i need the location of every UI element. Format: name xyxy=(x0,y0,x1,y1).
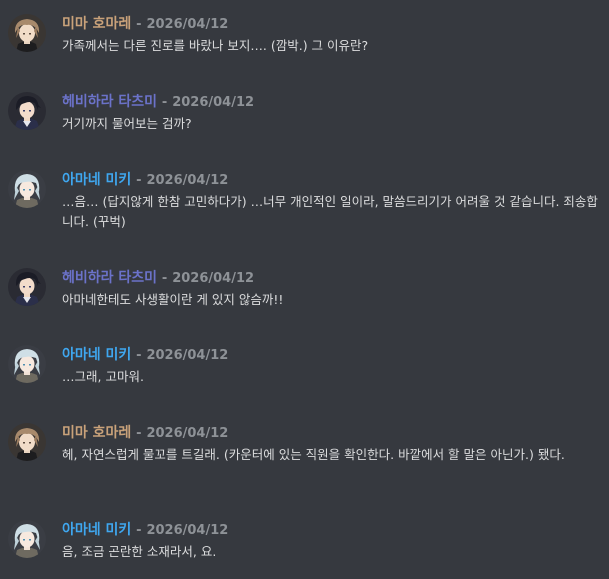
message-header: 미마 호마레 - 2026/04/12 xyxy=(62,423,228,443)
timestamp: 2026/04/12 xyxy=(146,173,229,188)
message-text: …음… (답지않게 한참 고민하다가) …너무 개인적인 일이라, 말씀드리기가… xyxy=(62,194,598,229)
author-name[interactable]: 아마네 미키 xyxy=(62,172,131,188)
author-name[interactable]: 미마 호마레 xyxy=(62,16,131,32)
timestamp: 2026/04/12 xyxy=(146,523,229,538)
timestamp: 2026/04/12 xyxy=(172,95,255,110)
dark-haired-character-avatar[interactable] xyxy=(8,268,46,306)
author-name[interactable]: 아마네 미키 xyxy=(62,347,131,363)
message-text: 거기까지 물어보는 검까? xyxy=(62,116,192,131)
message-header: 헤비하라 타츠미 - 2026/04/12 xyxy=(62,92,254,112)
message-text: 음, 조금 곤란한 소재라서, 요. xyxy=(62,544,217,559)
silver-haired-character-avatar[interactable] xyxy=(8,345,46,383)
separator: - xyxy=(161,95,168,110)
separator: - xyxy=(136,523,142,538)
separator: - xyxy=(136,426,142,441)
separator: - xyxy=(136,173,142,188)
message-header: 미마 호마레 - 2026/04/12 xyxy=(62,14,228,34)
message-text: …그래, 고마워. xyxy=(62,369,144,384)
timestamp: 2026/04/12 xyxy=(172,271,255,286)
author-name[interactable]: 헤비하라 타츠미 xyxy=(62,94,157,110)
author-name[interactable]: 헤비하라 타츠미 xyxy=(62,270,157,286)
silver-haired-character-avatar[interactable] xyxy=(8,520,46,558)
message-header: 아마네 미키 - 2026/04/12 xyxy=(62,345,228,365)
brown-haired-character-avatar[interactable] xyxy=(8,14,46,52)
message-text: 헤, 자연스럽게 물꼬를 트길래. (카운터에 있는 직원을 확인한다. 바깥에… xyxy=(62,447,565,462)
separator: - xyxy=(136,17,142,32)
brown-haired-character-avatar[interactable] xyxy=(8,423,46,461)
timestamp: 2026/04/12 xyxy=(146,348,229,363)
message-header: 아마네 미키 - 2026/04/12 xyxy=(62,520,228,540)
author-name[interactable]: 미마 호마레 xyxy=(62,425,131,441)
timestamp: 2026/04/12 xyxy=(146,17,229,32)
silver-haired-character-avatar[interactable] xyxy=(8,170,46,208)
message-text: 가족께서는 다른 진로를 바랐나 보지…. (깜박.) 그 이유란? xyxy=(62,38,369,53)
chat-log: 미마 호마레 - 2026/04/12 가족께서는 다른 진로를 바랐나 보지…… xyxy=(0,0,609,579)
separator: - xyxy=(136,348,142,363)
timestamp: 2026/04/12 xyxy=(146,426,229,441)
message-header: 아마네 미키 - 2026/04/12 xyxy=(62,170,228,190)
message-text: 아마네한테도 사생활이란 게 있지 않슴까!! xyxy=(62,292,284,307)
message-header: 헤비하라 타츠미 - 2026/04/12 xyxy=(62,268,254,288)
dark-haired-character-avatar[interactable] xyxy=(8,92,46,130)
author-name[interactable]: 아마네 미키 xyxy=(62,522,131,538)
separator: - xyxy=(161,271,168,286)
